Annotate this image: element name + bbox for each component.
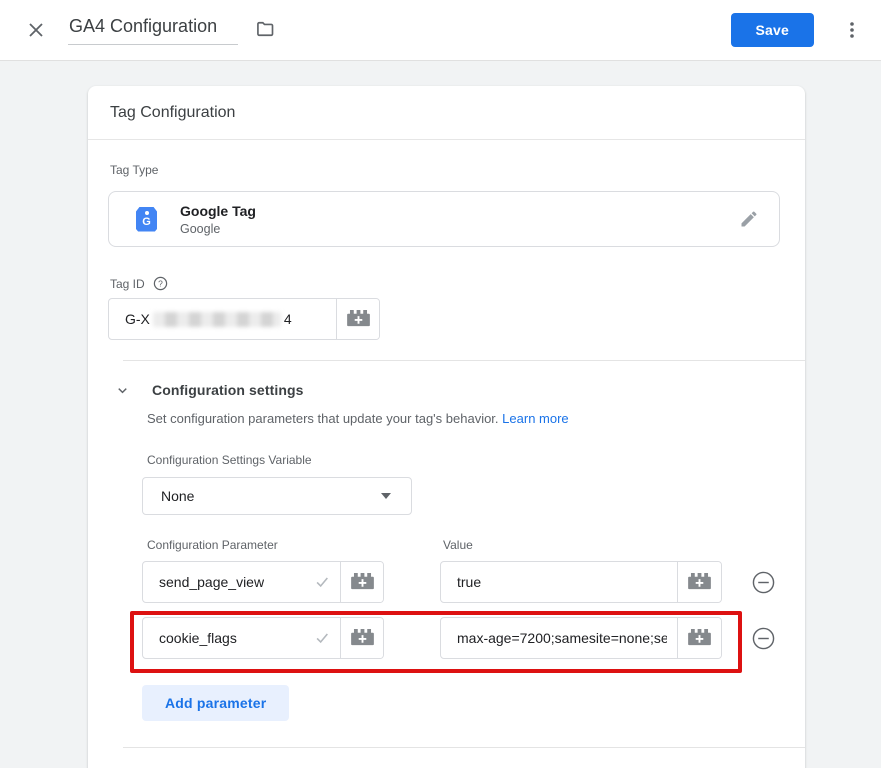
variable-brick-plus-icon bbox=[351, 629, 374, 647]
param-input[interactable]: cookie_flags bbox=[159, 630, 237, 646]
edit-tag-type-button[interactable] bbox=[737, 207, 761, 231]
value-column-header: Value bbox=[440, 538, 473, 552]
tag-name-area: GA4 Configuration bbox=[68, 15, 277, 45]
param-rows: send_page_view true bbox=[142, 561, 805, 659]
tag-type-selector[interactable]: Google Tag Google bbox=[108, 191, 780, 247]
value-field: max-age=7200;samesite=none;sec bbox=[440, 617, 722, 659]
value-field: true bbox=[440, 561, 722, 603]
tag-configuration-panel: Tag Configuration Tag Type Google Tag Go… bbox=[88, 86, 805, 768]
save-button[interactable]: Save bbox=[731, 13, 815, 47]
parameter-column-header: Configuration Parameter bbox=[142, 538, 384, 552]
parameter-table-headers: Configuration Parameter Value bbox=[142, 538, 805, 552]
more-options-button[interactable] bbox=[841, 18, 863, 42]
dropdown-selected-value: None bbox=[161, 488, 194, 504]
checkmark-icon bbox=[314, 574, 330, 590]
value-input-wrap[interactable]: true bbox=[441, 562, 677, 602]
config-settings-variable-label: Configuration Settings Variable bbox=[147, 453, 805, 467]
description-text: Set configuration parameters that update… bbox=[147, 411, 499, 426]
tag-id-variable-picker-button[interactable] bbox=[336, 299, 379, 339]
remove-row-button[interactable] bbox=[752, 571, 775, 594]
kebab-menu-icon bbox=[843, 20, 861, 40]
close-icon bbox=[26, 20, 46, 40]
configuration-settings-header[interactable]: Configuration settings bbox=[108, 382, 805, 398]
tag-type-name: Google Tag bbox=[180, 203, 256, 219]
value-variable-picker-button[interactable] bbox=[677, 618, 721, 658]
variable-brick-plus-icon bbox=[351, 573, 374, 591]
tag-type-texts: Google Tag Google bbox=[180, 203, 256, 236]
panel-title: Tag Configuration bbox=[88, 86, 805, 140]
variable-brick-plus-icon bbox=[688, 629, 711, 647]
value-input[interactable]: max-age=7200;samesite=none;sec bbox=[457, 630, 667, 646]
tag-type-vendor: Google bbox=[180, 222, 256, 236]
config-settings-variable-dropdown[interactable]: None bbox=[142, 477, 412, 515]
top-bar: GA4 Configuration Save bbox=[0, 0, 881, 61]
tag-id-prefix: G-X bbox=[125, 311, 150, 327]
tag-name-input[interactable]: GA4 Configuration bbox=[68, 15, 238, 45]
minus-circle-icon bbox=[752, 571, 775, 594]
minus-circle-icon bbox=[752, 627, 775, 650]
folder-icon bbox=[255, 19, 275, 39]
value-input[interactable]: true bbox=[457, 574, 481, 590]
google-tag-icon bbox=[136, 207, 157, 232]
variable-brick-plus-icon bbox=[347, 310, 370, 328]
close-button[interactable] bbox=[24, 18, 48, 42]
value-input-wrap[interactable]: max-age=7200;samesite=none;sec bbox=[441, 618, 677, 658]
tag-id-label: Tag ID bbox=[110, 277, 145, 291]
tag-id-label-row: Tag ID ? bbox=[110, 276, 805, 291]
help-icon[interactable]: ? bbox=[153, 276, 168, 291]
remove-row-button[interactable] bbox=[752, 627, 775, 650]
dropdown-caret-icon bbox=[381, 493, 391, 499]
chevron-down-icon bbox=[115, 383, 130, 398]
parameter-row: cookie_flags max-age=7200;samesite=none;… bbox=[142, 617, 842, 659]
section-divider bbox=[123, 747, 805, 748]
tag-type-label: Tag Type bbox=[110, 163, 805, 177]
checkmark-icon bbox=[314, 630, 330, 646]
tag-id-suffix: 4 bbox=[284, 311, 292, 327]
configuration-settings-title: Configuration settings bbox=[152, 382, 304, 398]
tag-id-input[interactable]: G-X 4 bbox=[109, 299, 336, 339]
add-parameter-button[interactable]: Add parameter bbox=[142, 685, 289, 721]
parameter-row: send_page_view true bbox=[142, 561, 842, 603]
parameter-input-wrap[interactable]: send_page_view bbox=[143, 562, 340, 602]
variable-brick-plus-icon bbox=[688, 573, 711, 591]
configuration-settings-description: Set configuration parameters that update… bbox=[147, 411, 805, 426]
pencil-icon bbox=[739, 209, 759, 229]
tag-id-redacted-blur bbox=[153, 312, 281, 327]
tag-id-field: G-X 4 bbox=[108, 298, 380, 340]
param-input[interactable]: send_page_view bbox=[159, 574, 264, 590]
section-divider bbox=[123, 360, 805, 361]
value-variable-picker-button[interactable] bbox=[677, 562, 721, 602]
folder-button[interactable] bbox=[253, 17, 277, 41]
parameter-variable-picker-button[interactable] bbox=[340, 618, 383, 658]
parameter-field: send_page_view bbox=[142, 561, 384, 603]
parameter-variable-picker-button[interactable] bbox=[340, 562, 383, 602]
parameter-field: cookie_flags bbox=[142, 617, 384, 659]
svg-text:?: ? bbox=[158, 278, 163, 288]
panel-body: Tag Type Google Tag Google Tag ID ? G-X 4 bbox=[88, 163, 805, 768]
parameter-input-wrap[interactable]: cookie_flags bbox=[143, 618, 340, 658]
learn-more-link[interactable]: Learn more bbox=[502, 411, 568, 426]
